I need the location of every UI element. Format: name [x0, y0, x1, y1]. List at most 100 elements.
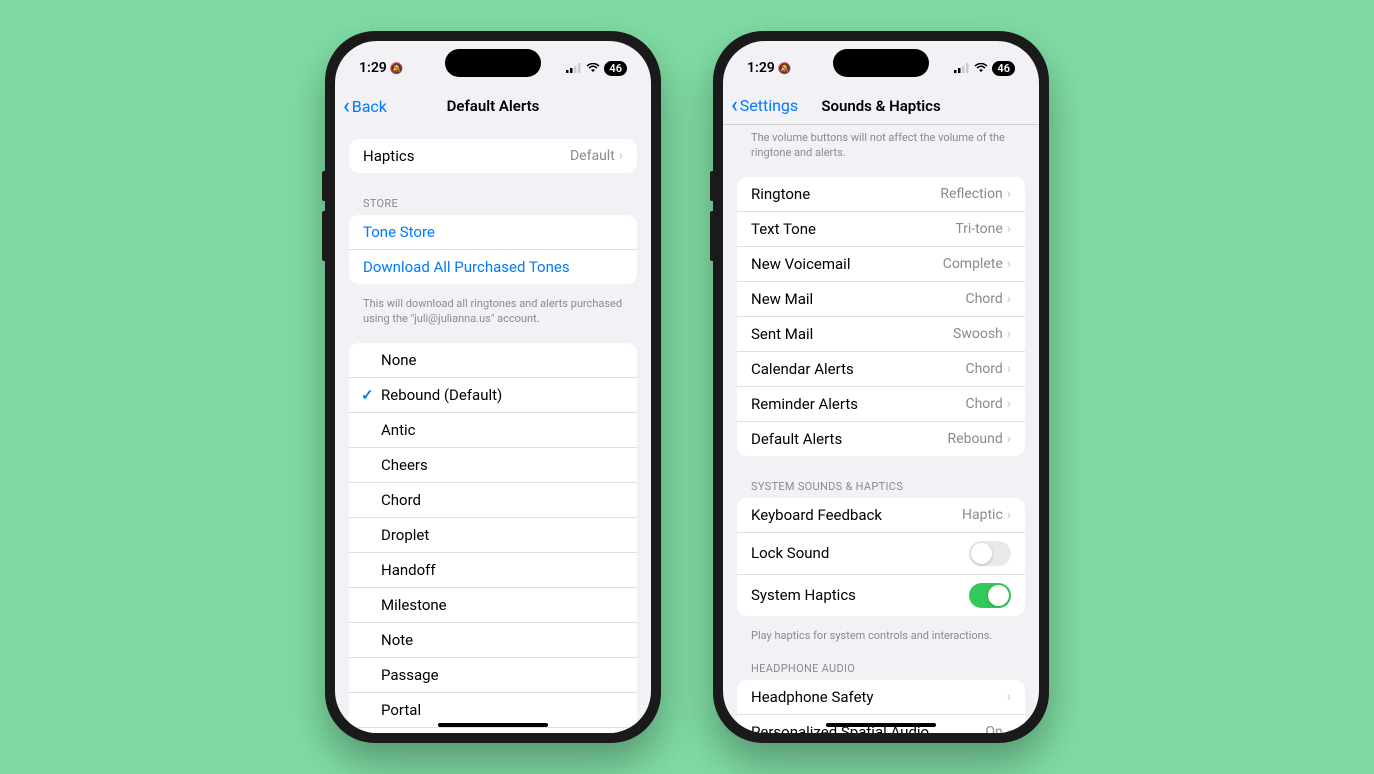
tone-label: Droplet — [381, 526, 429, 544]
tone-row[interactable]: Cheers — [349, 448, 637, 483]
silent-icon: 🔕 — [390, 62, 404, 75]
sound-row[interactable]: Calendar AlertsChord› — [737, 352, 1025, 387]
tone-row[interactable]: Handoff — [349, 553, 637, 588]
tone-label: Rebound (Default) — [381, 386, 502, 404]
home-indicator[interactable] — [438, 723, 548, 727]
sound-value: Complete — [943, 256, 1003, 272]
sound-label: New Voicemail — [751, 255, 850, 273]
chevron-left-icon: ‹ — [343, 94, 350, 119]
page-title: Default Alerts — [447, 97, 540, 115]
sound-row[interactable]: RingtoneReflection› — [737, 177, 1025, 212]
keyboard-feedback-value: Haptic — [962, 507, 1003, 523]
tone-row[interactable]: Milestone — [349, 588, 637, 623]
screen-right: 1:29 🔕 46 ‹ Settings Sounds & Haptics Th… — [723, 41, 1039, 733]
tone-row[interactable]: Chord — [349, 483, 637, 518]
sound-label: Reminder Alerts — [751, 395, 858, 413]
haptics-row[interactable]: Haptics Default › — [349, 139, 637, 173]
tone-label: Antic — [381, 421, 415, 439]
tones-group: None✓Rebound (Default)AnticCheersChordDr… — [349, 343, 637, 733]
content-area: Haptics Default › STORE Tone Store Downl… — [335, 125, 651, 733]
sound-label: Sent Mail — [751, 325, 813, 343]
sound-value: Chord — [965, 361, 1002, 377]
status-time: 1:29 — [747, 60, 775, 76]
screen-left: 1:29 🔕 46 ‹ Back Default Alerts Haptics — [335, 41, 651, 733]
sound-row[interactable]: New MailChord› — [737, 282, 1025, 317]
system-haptics-toggle[interactable] — [969, 583, 1011, 608]
lock-sound-toggle[interactable] — [969, 541, 1011, 566]
sound-value: Rebound — [948, 431, 1003, 447]
chevron-right-icon: › — [1007, 724, 1011, 733]
chevron-right-icon: › — [1007, 326, 1011, 342]
sound-label: Text Tone — [751, 220, 816, 238]
cellular-icon — [566, 63, 582, 73]
back-button[interactable]: ‹ Settings — [731, 93, 798, 118]
tone-row[interactable]: Passage — [349, 658, 637, 693]
sound-row[interactable]: New Voicemail Complete› — [737, 247, 1025, 282]
haptics-value: Default — [570, 148, 615, 164]
system-haptics-row: System Haptics — [737, 575, 1025, 616]
battery-indicator: 46 — [992, 61, 1015, 76]
wifi-icon — [974, 63, 988, 73]
wifi-icon — [586, 63, 600, 73]
tone-row[interactable]: Note — [349, 623, 637, 658]
checkmark-icon: ✓ — [361, 386, 381, 404]
tone-row[interactable]: ✓Rebound (Default) — [349, 378, 637, 413]
sound-row[interactable]: Text ToneTri-tone› — [737, 212, 1025, 247]
sound-label: New Mail — [751, 290, 813, 308]
status-time: 1:29 — [359, 60, 387, 76]
nav-bar: ‹ Settings Sounds & Haptics — [723, 87, 1039, 125]
dynamic-island — [445, 49, 541, 77]
phone-right: 1:29 🔕 46 ‹ Settings Sounds & Haptics Th… — [713, 31, 1049, 743]
keyboard-feedback-row[interactable]: Keyboard Feedback Haptic › — [737, 498, 1025, 533]
download-footer: This will download all ringtones and ale… — [349, 292, 637, 329]
haptics-footer: Play haptics for system controls and int… — [737, 624, 1025, 646]
sound-value: Reflection — [940, 186, 1002, 202]
download-all-row[interactable]: Download All Purchased Tones — [349, 250, 637, 284]
headphone-safety-label: Headphone Safety — [751, 688, 874, 706]
tone-label: Cheers — [381, 456, 428, 474]
haptics-label: Haptics — [363, 147, 414, 165]
phone-left: 1:29 🔕 46 ‹ Back Default Alerts Haptics — [325, 31, 661, 743]
lock-sound-label: Lock Sound — [751, 544, 829, 562]
system-haptics-label: System Haptics — [751, 586, 856, 604]
store-header: STORE — [349, 181, 637, 215]
sound-value: Tri-tone — [955, 221, 1002, 237]
sounds-group: RingtoneReflection›Text ToneTri-tone›New… — [737, 177, 1025, 456]
volume-footer: The volume buttons will not affect the v… — [737, 125, 1025, 163]
tone-label: Note — [381, 631, 413, 649]
tone-store-row[interactable]: Tone Store — [349, 215, 637, 250]
sound-value: Chord — [965, 396, 1002, 412]
sound-value: Swoosh — [953, 326, 1003, 342]
page-title: Sounds & Haptics — [821, 97, 940, 115]
tone-label: Handoff — [381, 561, 436, 579]
chevron-right-icon: › — [1007, 256, 1011, 272]
chevron-right-icon: › — [619, 148, 623, 164]
tone-label: Passage — [381, 666, 439, 684]
tone-row[interactable]: Rattle — [349, 728, 637, 733]
headphone-safety-row[interactable]: Headphone Safety › — [737, 680, 1025, 715]
back-label: Back — [352, 97, 387, 116]
sound-row[interactable]: Sent Mail Swoosh› — [737, 317, 1025, 352]
tone-row[interactable]: Droplet — [349, 518, 637, 553]
back-button[interactable]: ‹ Back — [343, 94, 387, 119]
store-group: Tone Store Download All Purchased Tones — [349, 215, 637, 284]
chevron-right-icon: › — [1007, 396, 1011, 412]
silent-icon: 🔕 — [778, 62, 792, 75]
spatial-audio-value: On — [985, 724, 1002, 733]
battery-indicator: 46 — [604, 61, 627, 76]
sound-row[interactable]: Reminder Alerts Chord › — [737, 387, 1025, 422]
dynamic-island — [833, 49, 929, 77]
tone-row[interactable]: None — [349, 343, 637, 378]
back-label: Settings — [740, 96, 798, 115]
tone-label: Milestone — [381, 596, 447, 614]
chevron-right-icon: › — [1007, 361, 1011, 377]
home-indicator[interactable] — [826, 723, 936, 727]
chevron-left-icon: ‹ — [731, 93, 738, 118]
tone-row[interactable]: Antic — [349, 413, 637, 448]
system-sounds-header: SYSTEM SOUNDS & HAPTICS — [737, 464, 1025, 498]
haptics-group: Haptics Default › — [349, 139, 637, 173]
tone-label: Chord — [381, 491, 421, 509]
tone-store-label: Tone Store — [363, 223, 435, 241]
sound-label: Ringtone — [751, 185, 810, 203]
sound-row[interactable]: Default AlertsRebound› — [737, 422, 1025, 456]
